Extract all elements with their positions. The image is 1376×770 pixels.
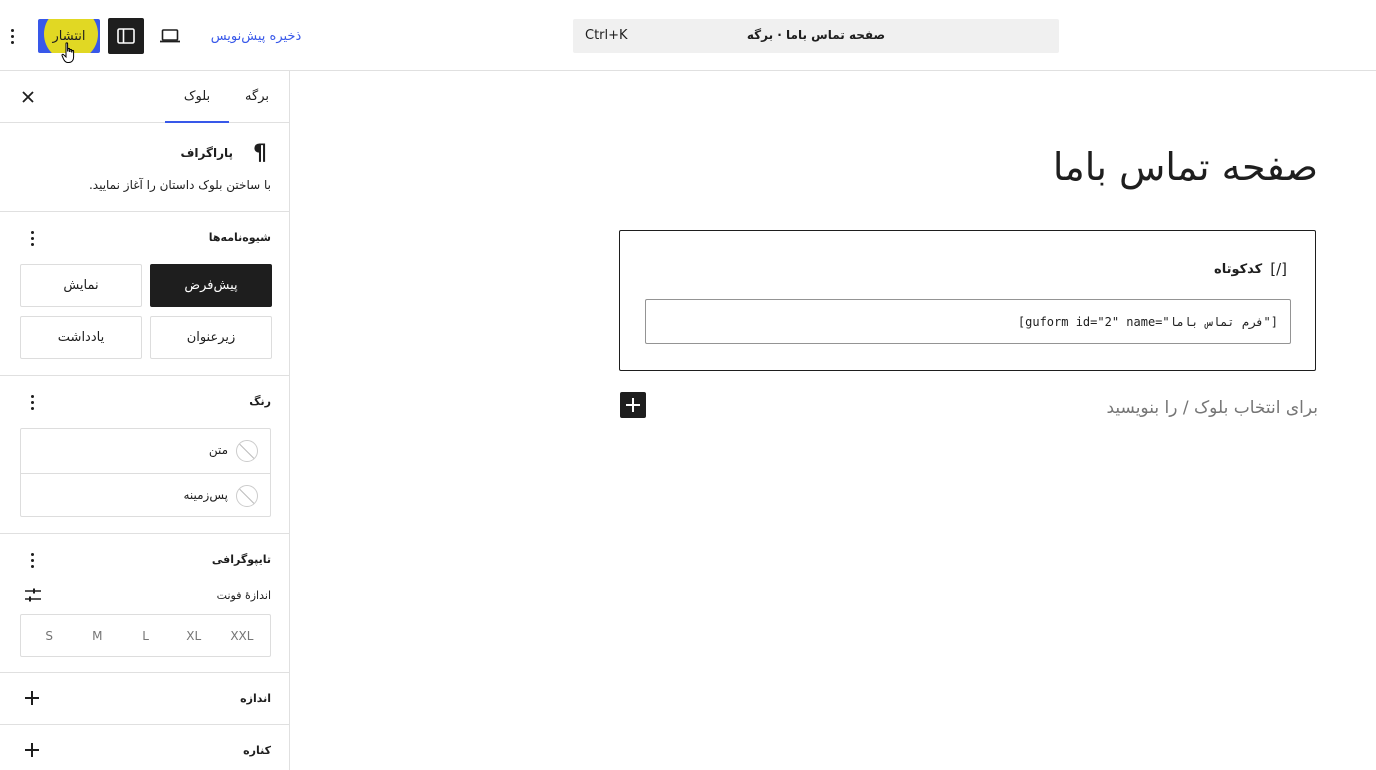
command-palette-button[interactable]: Ctrl+K صفحه تماس باما · برگه bbox=[573, 19, 1059, 53]
color-panel: رنگ متن پس‌زمینه bbox=[0, 376, 289, 534]
tab-block[interactable]: بلوک bbox=[165, 71, 229, 123]
typography-title: تایپوگرافی bbox=[211, 553, 271, 566]
block-placeholder[interactable]: برای انتخاب بلوک / را بنویسید bbox=[1106, 398, 1318, 418]
font-size-label: اندازهٔ فونت bbox=[216, 589, 271, 602]
save-draft-button[interactable]: ذخیره پیش‌نویس bbox=[198, 20, 314, 52]
style-note-button[interactable]: یادداشت bbox=[20, 316, 142, 359]
block-card: ¶ پاراگراف با ساختن بلوک داستان را آغاز … bbox=[0, 123, 289, 212]
close-icon[interactable] bbox=[14, 83, 42, 111]
settings-sliders-icon[interactable] bbox=[24, 586, 42, 604]
tab-page[interactable]: برگه bbox=[231, 71, 283, 122]
styles-options-icon[interactable] bbox=[24, 226, 40, 250]
styles-panel: شیوه‌نامه‌ها پیش‌فرض نمایش زیرعنوان یادد… bbox=[0, 212, 289, 376]
font-size-m[interactable]: M bbox=[74, 629, 120, 643]
expand-plus-icon[interactable] bbox=[24, 742, 40, 758]
shortcode-label: کدکوتاه bbox=[1214, 261, 1263, 277]
shortcode-input[interactable]: [guform id="2" name="فرم تماس باما"] bbox=[645, 299, 1291, 344]
dimensions-panel[interactable]: اندازه bbox=[0, 673, 289, 725]
font-size-s[interactable]: S bbox=[26, 629, 72, 643]
background-color-option[interactable]: پس‌زمینه bbox=[21, 473, 270, 517]
no-color-icon bbox=[236, 440, 258, 462]
shortcode-block[interactable]: [/] کدکوتاه [guform id="2" name="فرم تما… bbox=[619, 230, 1316, 371]
settings-sidebar: برگه بلوک ¶ پاراگراف با ساختن بلوک داستا… bbox=[0, 71, 290, 770]
typography-options-icon[interactable] bbox=[24, 548, 40, 572]
editor-header: انتشار ذخیره پیش‌نویس Ctrl+K صفحه تماس ب… bbox=[0, 0, 1376, 71]
editor-canvas: صفحه تماس باما [/] کدکوتاه [guform id="2… bbox=[291, 71, 1376, 770]
text-color-option[interactable]: متن bbox=[21, 429, 270, 473]
sidebar-icon bbox=[117, 28, 135, 44]
style-display-button[interactable]: نمایش bbox=[20, 264, 142, 307]
color-title: رنگ bbox=[249, 395, 271, 408]
shortcode-header: [/] کدکوتاه bbox=[1214, 260, 1287, 278]
block-name: پاراگراف bbox=[180, 146, 233, 160]
font-size-picker: S M L XL XXL bbox=[20, 614, 271, 657]
sidebar-tabs: برگه بلوک bbox=[0, 71, 289, 123]
font-size-xl[interactable]: XL bbox=[171, 629, 217, 643]
font-size-l[interactable]: L bbox=[123, 629, 169, 643]
block-description: با ساختن بلوک داستان را آغاز نمایید. bbox=[88, 178, 271, 192]
document-title: صفحه تماس باما · برگه bbox=[746, 28, 886, 42]
laptop-icon bbox=[160, 29, 180, 43]
style-default-button[interactable]: پیش‌فرض bbox=[150, 264, 272, 307]
typography-panel: تایپوگرافی اندازهٔ فونت S M L XL XXL bbox=[0, 534, 289, 673]
paragraph-icon: ¶ bbox=[253, 141, 267, 166]
options-menu-icon[interactable] bbox=[4, 22, 20, 50]
styles-title: شیوه‌نامه‌ها bbox=[208, 231, 271, 244]
font-size-xxl[interactable]: XXL bbox=[219, 629, 265, 643]
shortcode-icon: [/] bbox=[1270, 260, 1287, 278]
settings-sidebar-toggle[interactable] bbox=[108, 18, 144, 54]
no-color-icon bbox=[236, 485, 258, 507]
border-title: کناره bbox=[243, 744, 271, 757]
expand-plus-icon[interactable] bbox=[24, 690, 40, 706]
dimensions-title: اندازه bbox=[240, 692, 271, 705]
publish-button[interactable]: انتشار bbox=[38, 19, 100, 53]
border-panel[interactable]: کناره bbox=[0, 725, 289, 770]
preview-button[interactable] bbox=[152, 18, 188, 54]
add-block-button[interactable] bbox=[620, 392, 646, 418]
style-subtitle-button[interactable]: زیرعنوان bbox=[150, 316, 272, 359]
color-options-icon[interactable] bbox=[24, 390, 40, 414]
page-title[interactable]: صفحه تماس باما bbox=[1053, 145, 1318, 189]
color-options-group: متن پس‌زمینه bbox=[20, 428, 271, 517]
